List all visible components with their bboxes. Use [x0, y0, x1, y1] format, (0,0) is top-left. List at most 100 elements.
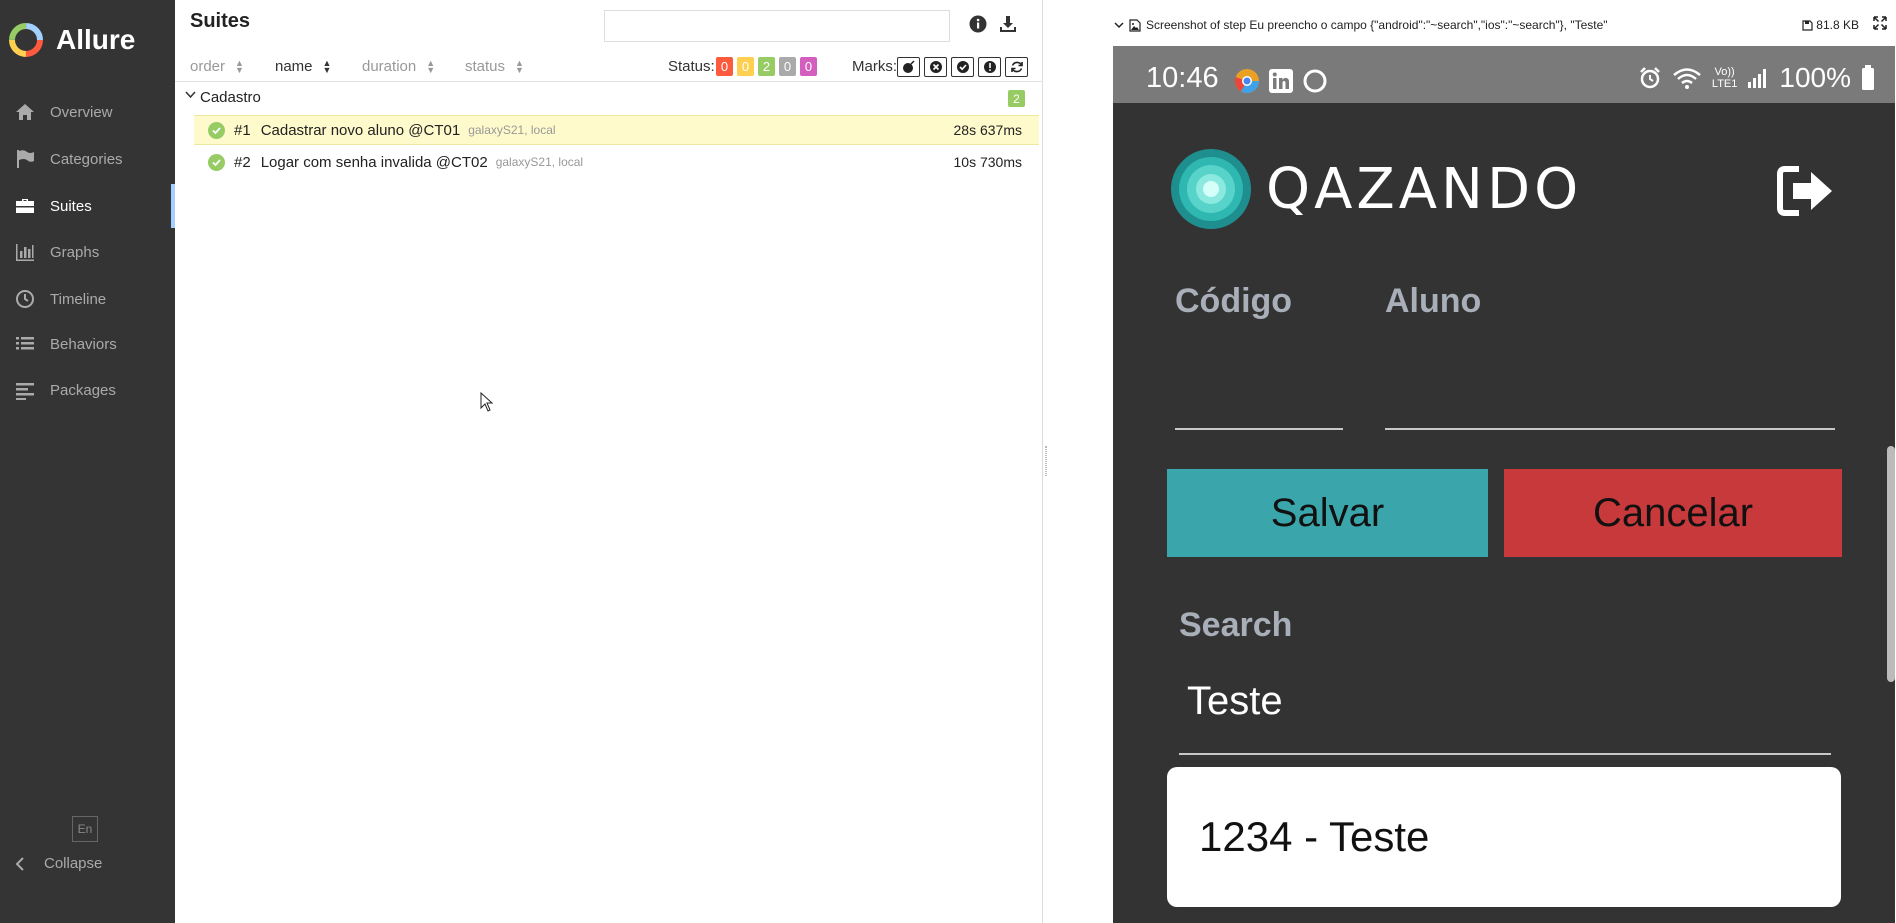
scrollbar[interactable]: [1887, 446, 1895, 682]
network-label: LTE1: [1711, 78, 1738, 90]
test-order: #1: [234, 121, 251, 139]
test-row[interactable]: #1 Cadastrar novo aluno @CT01 galaxyS21,…: [194, 115, 1039, 145]
battery-icon: [1862, 65, 1874, 90]
logout-icon[interactable]: [1777, 166, 1835, 216]
suites-pane: Suites order ▲ ▼ name ▲ ▼ duration ▲ ▼ stat…: [175, 0, 1043, 923]
search-field-value[interactable]: Teste: [1187, 679, 1283, 724]
salvar-button[interactable]: Salvar: [1167, 469, 1488, 557]
attachment-header[interactable]: Screenshot of step Eu preencho o campo {…: [1113, 14, 1893, 36]
network-indicator: Vo)) LTE1: [1712, 66, 1737, 90]
passed-status-icon: [208, 121, 225, 139]
codigo-label: Código: [1175, 282, 1293, 320]
volte-label: Vo)): [1714, 66, 1735, 78]
sidebar-item-timeline[interactable]: Timeline: [0, 277, 175, 321]
sidebar-item-overview[interactable]: Overview: [0, 90, 175, 134]
sidebar-item-packages[interactable]: Packages: [0, 368, 175, 412]
wifi-icon: [1673, 68, 1701, 89]
expand-icon: [1873, 16, 1887, 30]
result-text: 1234 - Teste: [1199, 813, 1430, 860]
language-button[interactable]: En: [72, 816, 98, 842]
flaky-toggle[interactable]: [897, 57, 920, 77]
info-icon: [969, 15, 987, 33]
download-button[interactable]: [998, 14, 1018, 34]
sidebar-item-label: Packages: [50, 381, 116, 399]
suite-group-header[interactable]: Cadastro 2: [175, 86, 1043, 110]
new-passed-toggle[interactable]: [951, 57, 974, 77]
column-name[interactable]: name ▲ ▼: [275, 58, 331, 75]
search-input[interactable]: [604, 10, 950, 42]
sidebar-item-label: Graphs: [50, 243, 100, 261]
check-icon: [212, 126, 221, 134]
sidebar-item-label: Suites: [50, 197, 92, 215]
attachment-screenshot: 10:46 Vo)) LTE1 100% QAZANDO Código Alun…: [1113, 46, 1895, 923]
suite-group-count-badge: 2: [1008, 90, 1025, 107]
test-duration: 28s 637ms: [953, 122, 1022, 138]
page-title: Suites: [190, 10, 251, 32]
status-filter-label: Status:: [668, 58, 715, 75]
test-order: #2: [234, 153, 251, 171]
sort-icon: ▲ ▼: [235, 57, 244, 75]
suite-group-name: Cadastro: [200, 89, 261, 106]
mouse-cursor-icon: [480, 392, 494, 412]
alarm-icon: [1640, 67, 1660, 89]
new-broken-toggle[interactable]: [978, 57, 1001, 77]
column-label: status: [465, 58, 506, 75]
test-parameters: galaxyS21, local: [468, 123, 556, 137]
column-headers: order ▲ ▼ name ▲ ▼ duration ▲ ▼ status ▲ ▼ S…: [175, 52, 1043, 82]
sidebar-item-categories[interactable]: Categories: [0, 137, 175, 181]
passed-status-icon: [208, 153, 225, 171]
test-duration: 10s 730ms: [953, 154, 1022, 170]
save-icon: [1802, 19, 1813, 31]
briefcase-icon: [16, 199, 34, 213]
linkedin-icon: [1269, 69, 1293, 93]
attachment-size: 81.8 KB: [1802, 18, 1859, 32]
sidebar-item-label: Behaviors: [50, 335, 117, 353]
expand-button[interactable]: [1873, 16, 1887, 34]
sidebar-item-graphs[interactable]: Graphs: [0, 230, 175, 274]
status-broken-toggle[interactable]: 0: [737, 57, 754, 76]
column-order[interactable]: order ▲ ▼: [190, 58, 244, 75]
info-button[interactable]: [968, 14, 988, 34]
sidebar-item-behaviors[interactable]: Behaviors: [0, 322, 175, 366]
align-left-icon: [16, 383, 34, 400]
attachment-size-value: 81.8 KB: [1816, 18, 1859, 32]
battery-level: 100%: [1779, 62, 1851, 93]
status-failed-toggle[interactable]: 0: [716, 57, 733, 76]
bar-chart-icon: [16, 244, 34, 261]
sidebar-item-suites[interactable]: Suites: [0, 184, 175, 228]
status-passed-toggle[interactable]: 2: [758, 57, 775, 76]
aluno-label: Aluno: [1385, 282, 1482, 320]
status-skipped-toggle[interactable]: 0: [779, 57, 796, 76]
attachment-title: Screenshot of step Eu preencho o campo {…: [1146, 18, 1608, 32]
retries-icon: [1010, 61, 1023, 73]
collapse-label: Collapse: [44, 855, 103, 872]
aluno-field[interactable]: [1385, 428, 1835, 430]
sidebar-item-label: Timeline: [50, 290, 107, 308]
chevron-down-icon: [1114, 22, 1124, 29]
marks-filter: [897, 57, 1028, 77]
brand-wordmark: QAZANDO: [1266, 156, 1583, 222]
codigo-field[interactable]: [1175, 428, 1343, 430]
collapse-button[interactable]: Collapse: [14, 855, 102, 872]
download-icon: [1000, 16, 1016, 32]
search-label: Search: [1179, 606, 1293, 644]
signal-icon: [1748, 69, 1767, 88]
test-row[interactable]: #2 Logar com senha invalida @CT02 galaxy…: [194, 147, 1039, 177]
result-list-item[interactable]: 1234 - Teste: [1167, 767, 1841, 907]
home-icon: [16, 104, 34, 120]
status-unknown-toggle[interactable]: 0: [800, 57, 817, 76]
column-status[interactable]: status ▲ ▼: [465, 58, 524, 75]
new-failed-toggle[interactable]: [924, 57, 947, 77]
search-field-underline: [1179, 753, 1831, 755]
retries-toggle[interactable]: [1005, 57, 1028, 77]
phone-notification-icons: [1234, 68, 1328, 94]
splitter-grip[interactable]: [1045, 446, 1047, 476]
column-label: order: [190, 58, 226, 75]
new-broken-icon: [983, 61, 996, 73]
phone-status-bar: 10:46 Vo)) LTE1 100%: [1113, 46, 1895, 103]
column-duration[interactable]: duration ▲ ▼: [362, 58, 435, 75]
sort-icon: ▲ ▼: [515, 57, 524, 75]
cancelar-button[interactable]: Cancelar: [1504, 469, 1842, 557]
chevron-down-icon: [185, 91, 196, 99]
brand[interactable]: Allure: [8, 20, 135, 60]
